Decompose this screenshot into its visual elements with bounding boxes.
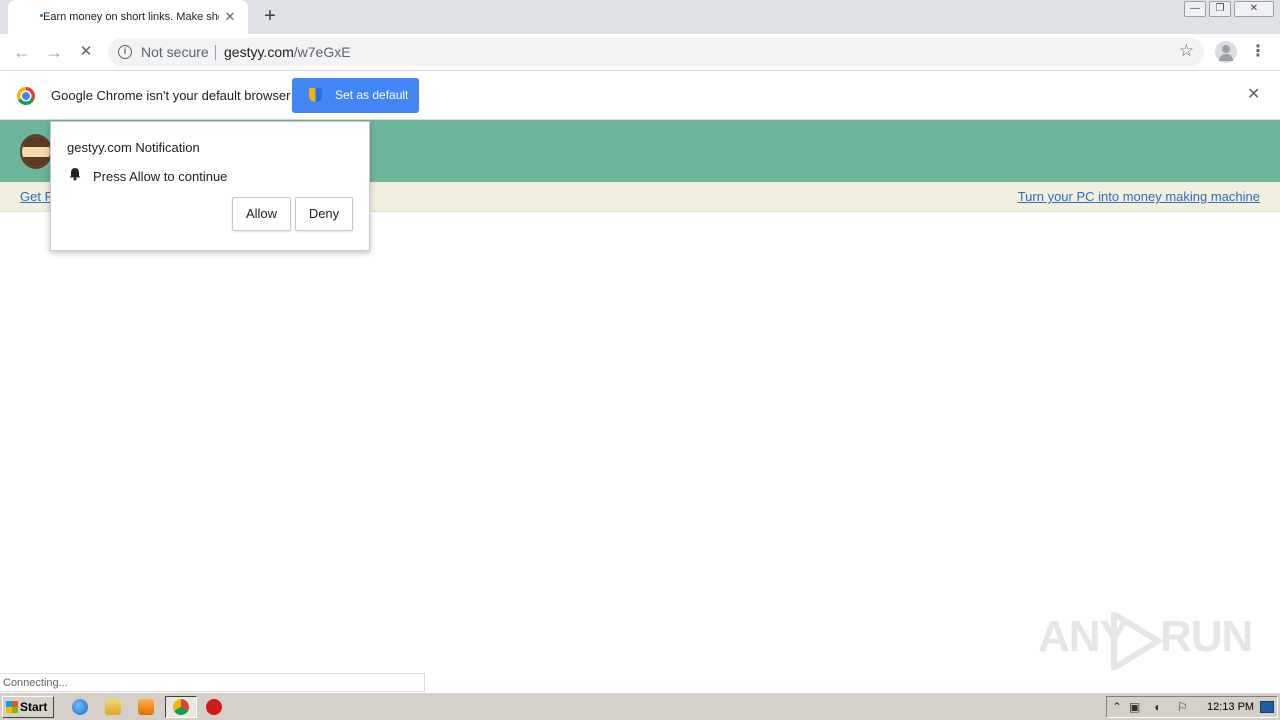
status-bubble: Connecting... (0, 673, 425, 692)
get-link[interactable]: Get R (20, 189, 54, 204)
close-window-button[interactable]: ✕ (1234, 1, 1274, 17)
set-as-default-button[interactable]: Set as default (292, 78, 419, 113)
browser-toolbar: ← → ✕ i Not secure gestyy.com/w7eGxE ☆ (0, 34, 1280, 71)
default-browser-infobar: Google Chrome isn't your default browser… (0, 71, 1280, 120)
network-icon[interactable]: ▣ (1129, 700, 1140, 714)
file-explorer-icon[interactable] (105, 699, 121, 715)
omnibox-divider (215, 45, 216, 60)
info-icon[interactable]: i (118, 45, 132, 59)
url-path: /w7eGxE (293, 44, 351, 60)
popup-title: gestyy.com Notification (67, 140, 200, 155)
notification-permission-popup: gestyy.com Notification Press Allow to c… (50, 121, 370, 251)
money-machine-link[interactable]: Turn your PC into money making machine (1018, 189, 1260, 204)
profile-avatar-icon[interactable] (1215, 41, 1237, 63)
windows-flag-icon (6, 701, 18, 713)
watermark-text-right: RUN (1160, 612, 1253, 661)
windows-taskbar: Start ⌃ ▣ ◖ ⚐ 12:13 PM (0, 692, 1280, 720)
opera-icon[interactable] (206, 699, 222, 715)
tab-close-icon[interactable]: ✕ (222, 9, 238, 25)
watermark-play-icon (1111, 612, 1162, 670)
chrome-logo-icon (17, 87, 35, 105)
security-label[interactable]: Not secure (141, 44, 209, 60)
stop-loading-button[interactable]: ✕ (74, 41, 98, 65)
browser-tab[interactable]: Earn money on short links. Make sho ✕ (8, 0, 248, 34)
internet-explorer-icon[interactable] (72, 699, 88, 715)
url-text[interactable]: gestyy.com/w7eGxE (224, 44, 351, 60)
deny-button[interactable]: Deny (295, 197, 353, 231)
infobar-message: Google Chrome isn't your default browser (51, 88, 291, 103)
new-tab-button[interactable]: + (258, 5, 282, 29)
media-player-icon[interactable] (138, 699, 154, 715)
start-label: Start (20, 700, 48, 714)
chrome-taskbar-button[interactable] (165, 696, 197, 718)
show-desktop-icon[interactable] (1260, 701, 1274, 713)
action-center-flag-icon[interactable]: ⚐ (1177, 700, 1188, 714)
tab-title: Earn money on short links. Make sho (43, 11, 219, 23)
restore-button[interactable]: ❐ (1209, 1, 1231, 17)
site-logo[interactable] (20, 134, 52, 169)
address-bar[interactable]: i Not secure gestyy.com/w7eGxE ☆ (108, 38, 1204, 66)
chrome-taskbar-icon (173, 699, 189, 715)
allow-button[interactable]: Allow (232, 197, 291, 231)
set-as-default-label: Set as default (335, 88, 409, 102)
url-host: gestyy.com (224, 44, 294, 60)
system-tray: ⌃ ▣ ◖ ⚐ 12:13 PM (1106, 696, 1278, 718)
popup-message: Press Allow to continue (93, 169, 228, 184)
volume-icon[interactable]: ◖ (1153, 700, 1160, 714)
minimize-button[interactable]: — (1184, 1, 1206, 17)
infobar-close-icon[interactable]: ✕ (1247, 87, 1260, 103)
back-button[interactable]: ← (10, 41, 34, 65)
bell-icon (69, 168, 81, 181)
bookmark-star-icon[interactable]: ☆ (1179, 41, 1194, 61)
loading-icon (40, 14, 43, 17)
start-button[interactable]: Start (2, 696, 54, 718)
chrome-menu-icon[interactable]: ⋮ (1250, 42, 1266, 62)
tray-expand-icon[interactable]: ⌃ (1112, 700, 1122, 714)
forward-button[interactable]: → (42, 41, 66, 65)
clock[interactable]: 12:13 PM (1207, 701, 1254, 713)
shield-icon (309, 88, 322, 102)
tab-strip: Earn money on short links. Make sho ✕ + … (0, 0, 1280, 34)
